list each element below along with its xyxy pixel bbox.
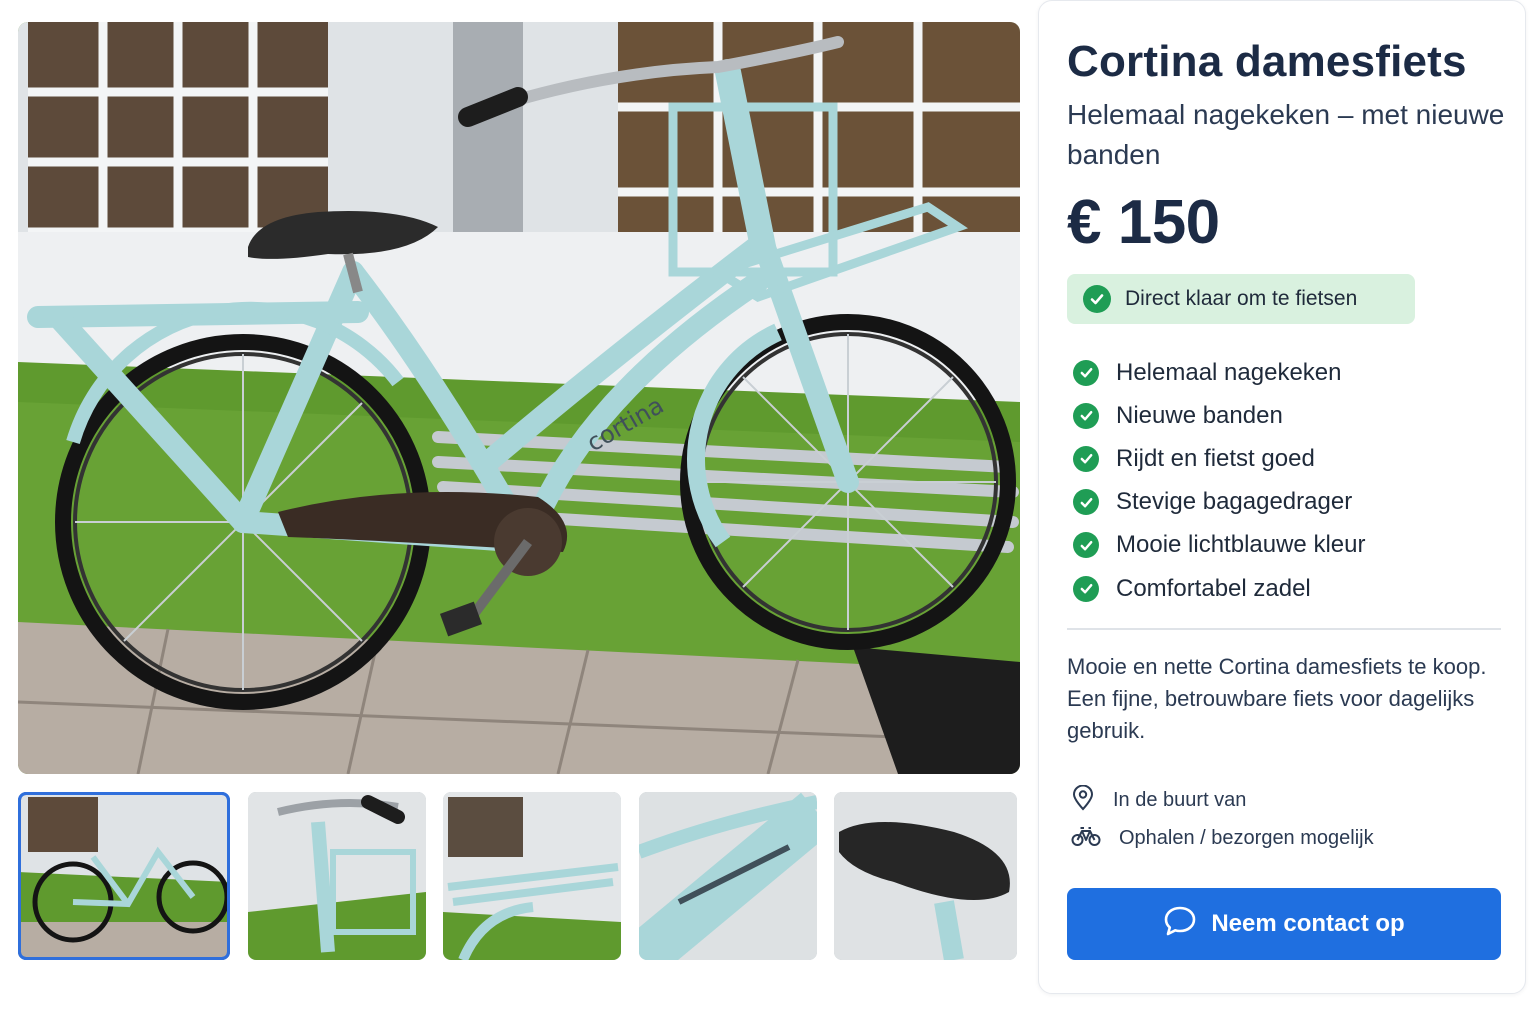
contact-button[interactable]: Neem contact op bbox=[1067, 888, 1501, 960]
feature-label: Rijdt en fietst goed bbox=[1116, 444, 1315, 472]
listing-panel: Cortina damesfiets Helemaal nagekeken – … bbox=[1038, 0, 1526, 994]
section-divider bbox=[1067, 628, 1501, 630]
bicycle-icon bbox=[1071, 825, 1101, 852]
feature-item: Mooie lichtblauwe kleur bbox=[1073, 524, 1513, 567]
feature-label: Helemaal nagekeken bbox=[1116, 358, 1342, 386]
thumbnail-handlebar[interactable] bbox=[248, 792, 426, 960]
bike-photo-illustration: cortina bbox=[18, 22, 1020, 774]
listing-subtitle: Helemaal nagekeken – met nieuwe banden bbox=[1067, 99, 1505, 170]
chat-bubble-icon bbox=[1163, 905, 1197, 944]
feature-list: Helemaal nagekeken Nieuwe banden Rijdt e… bbox=[1073, 351, 1513, 610]
location-row: In de buurt van bbox=[1071, 784, 1247, 816]
contact-button-label: Neem contact op bbox=[1211, 910, 1405, 937]
thumbnail-full-bike[interactable] bbox=[18, 792, 230, 960]
listing-price: € 150 bbox=[1067, 188, 1220, 257]
feature-label: Comfortabel zadel bbox=[1116, 574, 1311, 602]
thumbnail-frame-logo[interactable] bbox=[639, 792, 817, 960]
badge-text: Direct klaar om te fietsen bbox=[1125, 287, 1358, 310]
listing-title: Cortina damesfiets bbox=[1067, 37, 1467, 86]
ready-status-badge: Direct klaar om te fietsen bbox=[1067, 274, 1415, 324]
thumbnail-saddle[interactable] bbox=[834, 792, 1017, 960]
feature-item: Helemaal nagekeken bbox=[1073, 351, 1513, 394]
delivery-text: Ophalen / bezorgen mogelijk bbox=[1119, 827, 1374, 849]
check-circle-icon bbox=[1073, 359, 1099, 386]
thumbnail-strip bbox=[18, 792, 1020, 962]
feature-item: Stevige bagagedrager bbox=[1073, 481, 1513, 524]
main-photo[interactable]: cortina bbox=[18, 22, 1020, 774]
listing-description: Mooie en nette Cortina damesfiets te koo… bbox=[1067, 654, 1487, 743]
delivery-row: Ophalen / bezorgen mogelijk bbox=[1071, 825, 1374, 852]
thumbnail-rear-rack[interactable] bbox=[443, 792, 621, 960]
check-circle-icon bbox=[1073, 402, 1099, 429]
check-circle-icon bbox=[1073, 445, 1099, 472]
photo-gallery: cortina bbox=[18, 22, 1020, 960]
check-circle-icon bbox=[1073, 489, 1099, 516]
check-circle-icon bbox=[1073, 532, 1099, 559]
feature-item: Comfortabel zadel bbox=[1073, 567, 1513, 610]
feature-label: Mooie lichtblauwe kleur bbox=[1116, 531, 1366, 559]
feature-label: Nieuwe banden bbox=[1116, 401, 1283, 429]
feature-item: Nieuwe banden bbox=[1073, 394, 1513, 437]
map-pin-icon bbox=[1071, 784, 1095, 816]
location-text: In de buurt van bbox=[1113, 789, 1247, 811]
feature-item: Rijdt en fietst goed bbox=[1073, 437, 1513, 480]
check-circle-icon bbox=[1073, 575, 1099, 602]
check-circle-icon bbox=[1083, 285, 1111, 313]
feature-label: Stevige bagagedrager bbox=[1116, 488, 1353, 516]
